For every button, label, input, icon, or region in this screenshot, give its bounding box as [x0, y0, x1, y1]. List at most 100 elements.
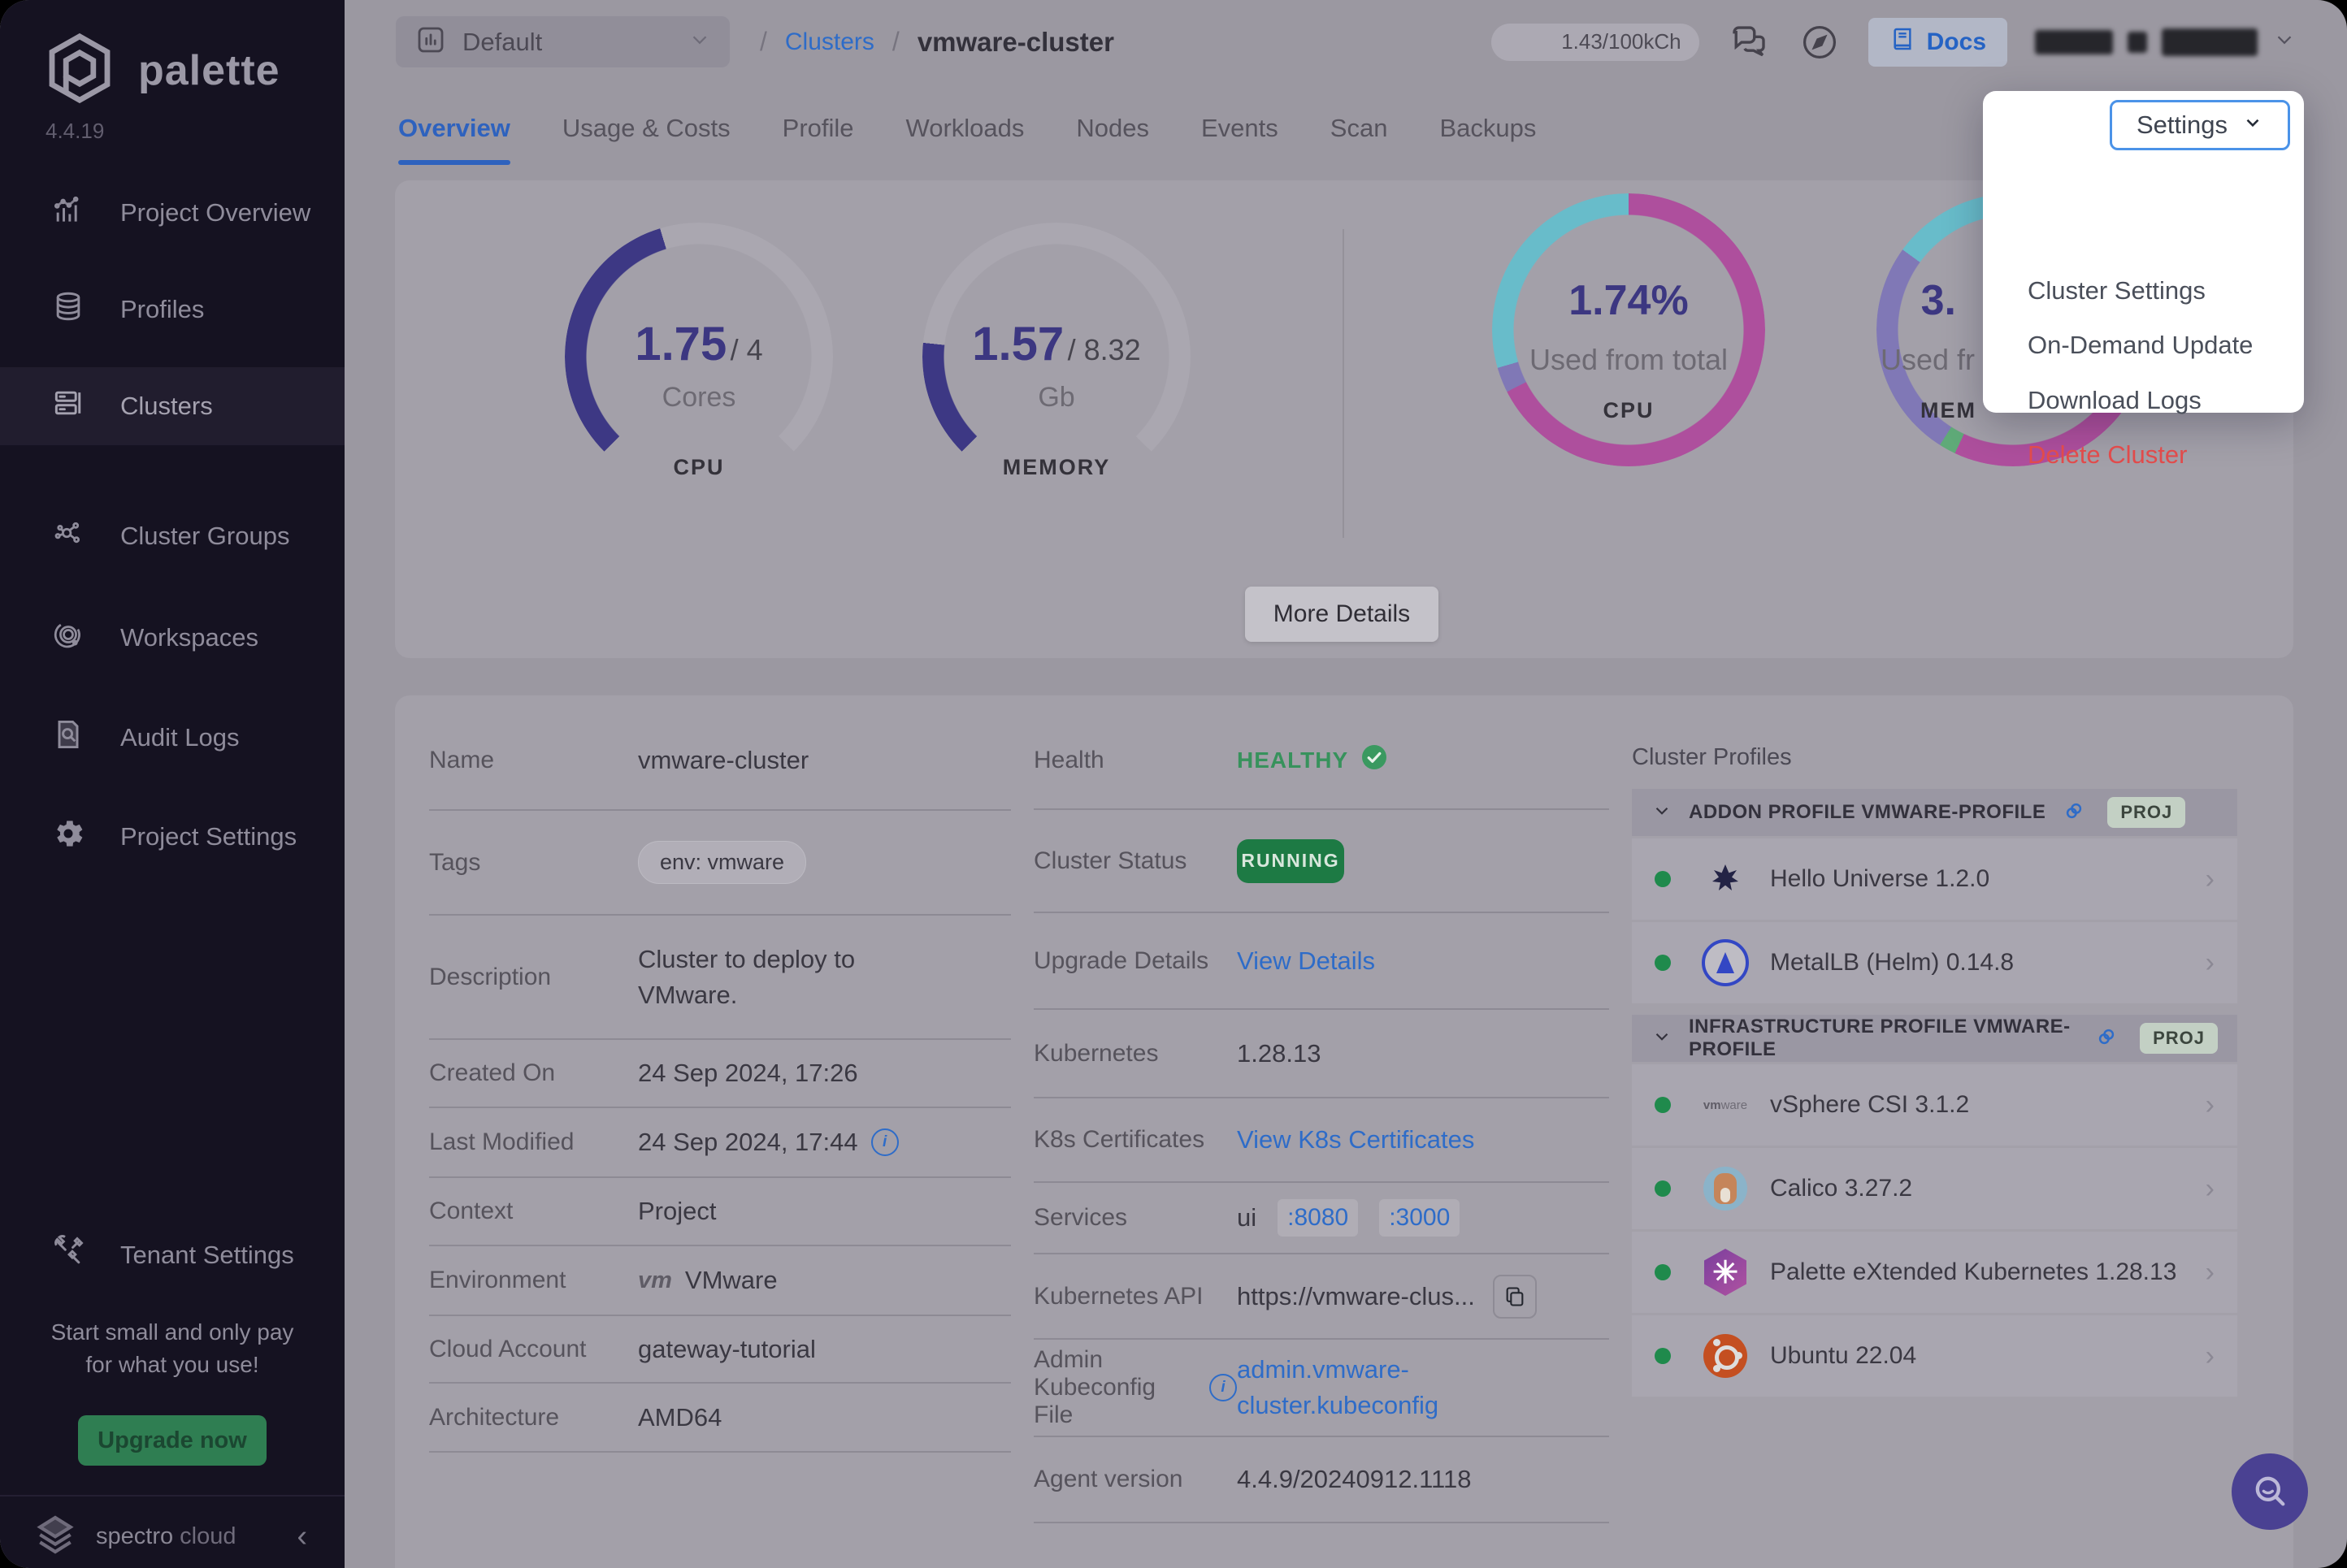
menu-item-download-logs[interactable]: Download Logs	[2028, 386, 2202, 415]
info-icon[interactable]: i	[1209, 1374, 1237, 1401]
palette-logo-icon	[41, 29, 119, 111]
feedback-chat-icon[interactable]	[1727, 20, 1771, 64]
tab-events[interactable]: Events	[1201, 89, 1278, 167]
sidebar-item-profiles[interactable]: Profiles	[0, 271, 345, 349]
addon-profile-section: ADDON PROFILE VMWARE-PROFILE PROJ	[1632, 789, 2237, 1003]
detail-row-health: Health HEALTHY	[1034, 712, 1609, 810]
cpu-donut-title: CPU	[1492, 398, 1765, 423]
app-version: 4.4.19	[46, 119, 104, 144]
tab-overview[interactable]: Overview	[398, 89, 510, 167]
view-details-link[interactable]: View Details	[1237, 946, 1375, 976]
sidebar-item-tenant-settings[interactable]: Tenant Settings	[0, 1216, 345, 1294]
brand: palette	[41, 29, 280, 111]
stack-icon	[50, 288, 86, 331]
sidebar-item-workspaces[interactable]: Workspaces	[0, 599, 345, 677]
redacted-user-name	[2162, 28, 2258, 56]
pack-row-palette-extended-kubernetes[interactable]: ✳ Palette eXtended Kubernetes 1.28.13 ›	[1632, 1232, 2237, 1313]
pack-row-ubuntu[interactable]: Ubuntu 22.04 ›	[1632, 1315, 2237, 1397]
more-details-button[interactable]: More Details	[1245, 587, 1438, 642]
agent-version-value: 4.4.9/20240912.1118	[1237, 1465, 1471, 1494]
doc-search-icon	[50, 717, 86, 759]
addon-profile-header[interactable]: ADDON PROFILE VMWARE-PROFILE PROJ	[1632, 789, 2237, 836]
sidebar-item-project-settings[interactable]: Project Settings	[0, 798, 345, 876]
sidebar-footer: spectro cloud ‹	[0, 1505, 345, 1568]
breadcrumb-clusters-link[interactable]: Clusters	[785, 28, 874, 56]
explore-compass-icon[interactable]	[1798, 21, 1841, 63]
service-port-link[interactable]: :8080	[1278, 1199, 1358, 1237]
detail-row-created-on: Created On 24 Sep 2024, 17:26	[429, 1040, 1011, 1108]
project-selector-value: Default	[462, 28, 542, 57]
cpu-usage-donut-chart	[1492, 193, 1765, 466]
detail-row-admin-kubeconfig: Admin Kubeconfig File i admin.vmware- cl…	[1034, 1340, 1609, 1437]
tag-chip: env: vmware	[638, 841, 806, 884]
view-k8s-certificates-link[interactable]: View K8s Certificates	[1237, 1125, 1474, 1154]
details-left-column: Name vmware-cluster Tags env: vmware Des…	[429, 712, 1011, 1453]
servers-icon	[50, 385, 86, 427]
cpu-gauge-title: CPU	[565, 455, 833, 480]
detail-row-architecture: Architecture AMD64	[429, 1384, 1011, 1453]
memory-gauge-unit: Gb	[922, 382, 1191, 414]
hello-universe-icon	[1702, 855, 1749, 903]
sidebar-item-label: Project Settings	[120, 822, 297, 851]
settings-button[interactable]: Settings	[2110, 100, 2290, 150]
pack-row-calico[interactable]: Calico 3.27.2 ›	[1632, 1148, 2237, 1229]
sidebar-item-label: Project Overview	[120, 198, 310, 227]
sidebar-item-project-overview[interactable]: Project Overview	[0, 174, 345, 252]
detail-row-name: Name vmware-cluster	[429, 712, 1011, 811]
sidebar-collapse-chevron-icon[interactable]: ‹	[297, 1521, 307, 1552]
breadcrumb-current: vmware-cluster	[918, 27, 1114, 58]
detail-row-description: Description Cluster to deploy to VMware.	[429, 916, 1011, 1040]
sidebar-item-audit-logs[interactable]: Audit Logs	[0, 699, 345, 777]
menu-item-on-demand-update[interactable]: On-Demand Update	[2028, 331, 2253, 360]
kubernetes-api-value: https://vmware-clus...	[1237, 1282, 1475, 1311]
tab-workloads[interactable]: Workloads	[906, 89, 1025, 167]
project-scope-icon	[414, 23, 448, 61]
pack-status-dot	[1655, 1180, 1671, 1197]
detail-row-kubernetes: Kubernetes 1.28.13	[1034, 1010, 1609, 1098]
sidebar-item-label: Profiles	[120, 295, 204, 324]
upgrade-now-button[interactable]: Upgrade now	[78, 1415, 267, 1466]
docs-button[interactable]: Docs	[1868, 18, 2007, 67]
pxk-hexagon-icon: ✳	[1702, 1249, 1749, 1296]
chevron-down-icon	[1651, 1026, 1672, 1051]
sidebar-item-clusters[interactable]: Clusters	[0, 367, 345, 445]
tab-nodes[interactable]: Nodes	[1076, 89, 1149, 167]
sidebar-item-cluster-groups[interactable]: Cluster Groups	[0, 497, 345, 575]
memory-donut-value: 3.	[1921, 276, 1956, 325]
detail-row-environment: Environment vm VMware	[429, 1246, 1011, 1316]
cluster-profiles-title: Cluster Profiles	[1632, 744, 2237, 771]
service-port-link[interactable]: :3000	[1379, 1199, 1460, 1237]
link-icon[interactable]	[2062, 799, 2086, 827]
infrastructure-profile-header[interactable]: INFRASTRUCTURE PROFILE VMWARE-PROFILE PR…	[1632, 1015, 2237, 1062]
admin-kubeconfig-link[interactable]: admin.vmware- cluster.kubeconfig	[1237, 1352, 1438, 1423]
service-name: ui	[1237, 1203, 1256, 1232]
search-icon	[2249, 1470, 2291, 1514]
pack-row-metallb[interactable]: MetalLB (Helm) 0.14.8 ›	[1632, 922, 2237, 1003]
menu-item-cluster-settings[interactable]: Cluster Settings	[2028, 276, 2206, 305]
sidebar-item-label: Tenant Settings	[120, 1241, 294, 1270]
check-circle-icon	[1360, 743, 1389, 778]
tab-backups[interactable]: Backups	[1439, 89, 1536, 167]
health-status: HEALTHY	[1237, 743, 1389, 778]
bar-chart-icon	[50, 192, 86, 234]
project-selector[interactable]: Default	[396, 16, 730, 67]
cluster-details-card: Name vmware-cluster Tags env: vmware Des…	[395, 695, 2293, 1568]
pack-status-dot	[1655, 1097, 1671, 1113]
chevron-down-icon	[2272, 28, 2297, 56]
link-icon[interactable]	[2094, 1024, 2119, 1053]
pack-row-vsphere-csi[interactable]: vmware vSphere CSI 3.1.2 ›	[1632, 1064, 2237, 1146]
user-account-menu[interactable]	[2035, 28, 2297, 56]
memory-donut-label: Used fr	[1881, 343, 1975, 377]
sidebar-item-label: Workspaces	[120, 623, 258, 652]
copy-icon[interactable]	[1493, 1275, 1537, 1319]
tab-scan[interactable]: Scan	[1330, 89, 1388, 167]
proj-scope-badge: PROJ	[2140, 1023, 2218, 1054]
info-icon[interactable]: i	[871, 1128, 899, 1156]
search-fab-button[interactable]	[2232, 1453, 2308, 1530]
menu-item-delete-cluster[interactable]: Delete Cluster	[2028, 440, 2187, 470]
tab-profile[interactable]: Profile	[783, 89, 854, 167]
usage-quota-badge: 1.43/100kCh	[1491, 24, 1699, 61]
sidebar: palette 4.4.19 Project Overview Profiles	[0, 0, 345, 1568]
tab-usage-costs[interactable]: Usage & Costs	[562, 89, 731, 167]
pack-row-hello-universe[interactable]: Hello Universe 1.2.0 ›	[1632, 838, 2237, 920]
